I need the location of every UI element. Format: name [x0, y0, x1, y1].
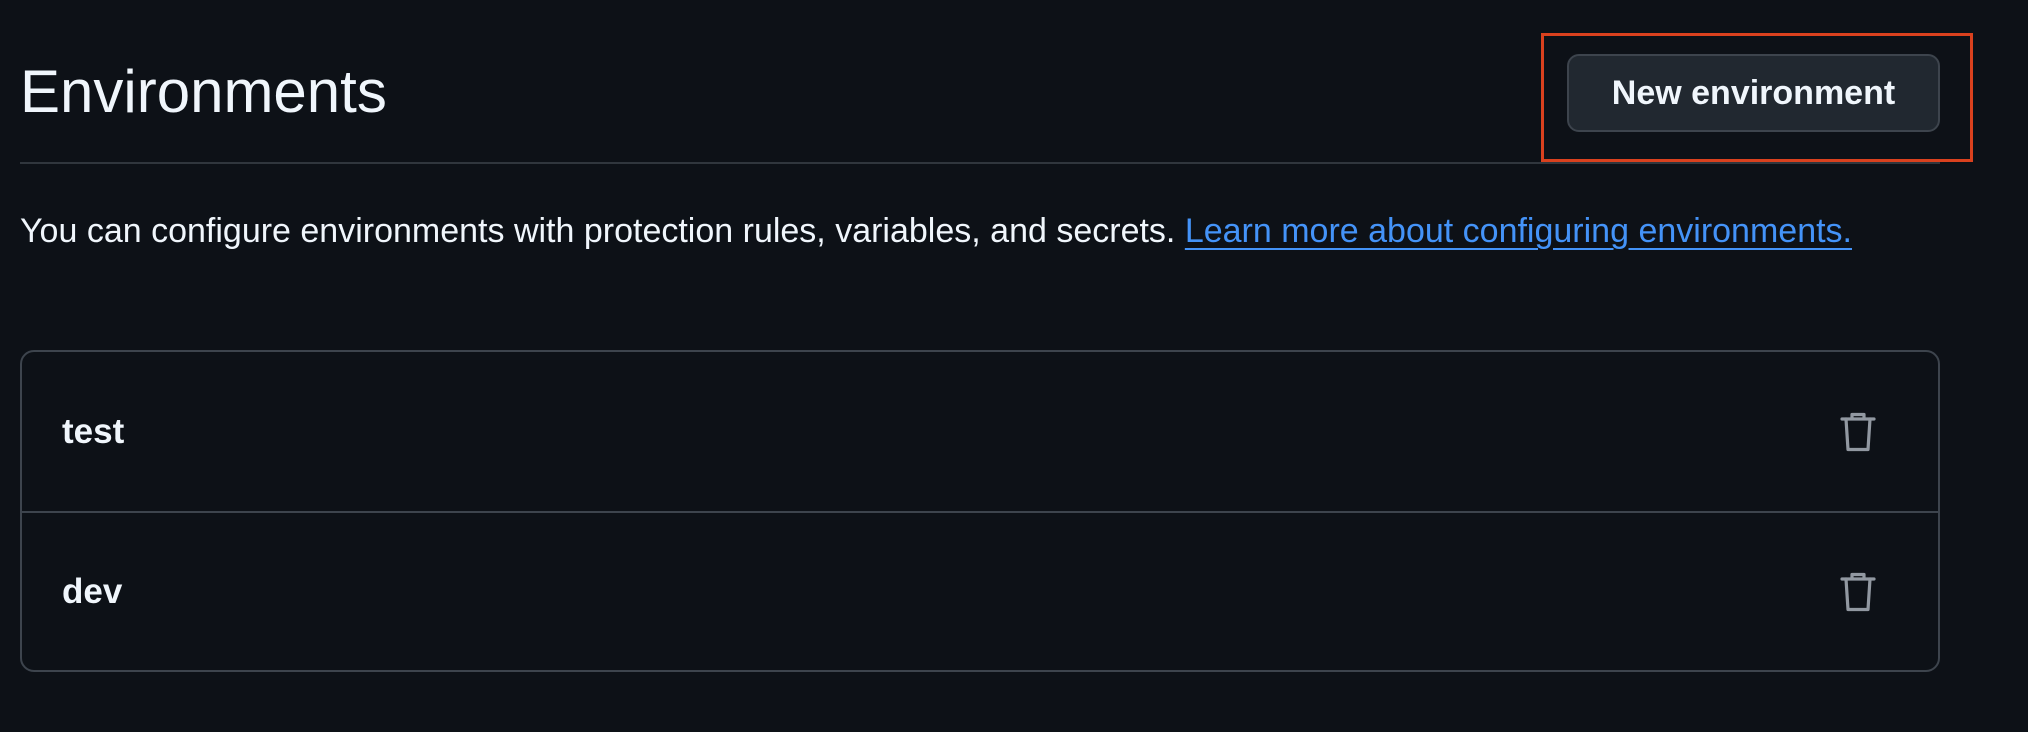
- description-body: You can configure environments with prot…: [20, 212, 1185, 250]
- description-text: You can configure environments with prot…: [20, 205, 1920, 258]
- trash-icon: [1840, 572, 1876, 611]
- environment-list: test dev: [20, 350, 1940, 672]
- delete-environment-button[interactable]: [1828, 562, 1888, 622]
- trash-icon: [1840, 412, 1876, 451]
- environment-row-dev[interactable]: dev: [22, 511, 1938, 670]
- environments-page: Environments New environment You can con…: [0, 0, 2028, 732]
- learn-more-link[interactable]: Learn more about configuring environment…: [1185, 212, 1852, 250]
- environment-row-test[interactable]: test: [22, 352, 1938, 511]
- environment-name[interactable]: test: [62, 412, 124, 452]
- environment-name[interactable]: dev: [62, 572, 122, 612]
- page-title: Environments: [20, 58, 387, 125]
- delete-environment-button[interactable]: [1828, 402, 1888, 462]
- new-environment-button[interactable]: New environment: [1567, 54, 1940, 132]
- divider: [20, 162, 1940, 164]
